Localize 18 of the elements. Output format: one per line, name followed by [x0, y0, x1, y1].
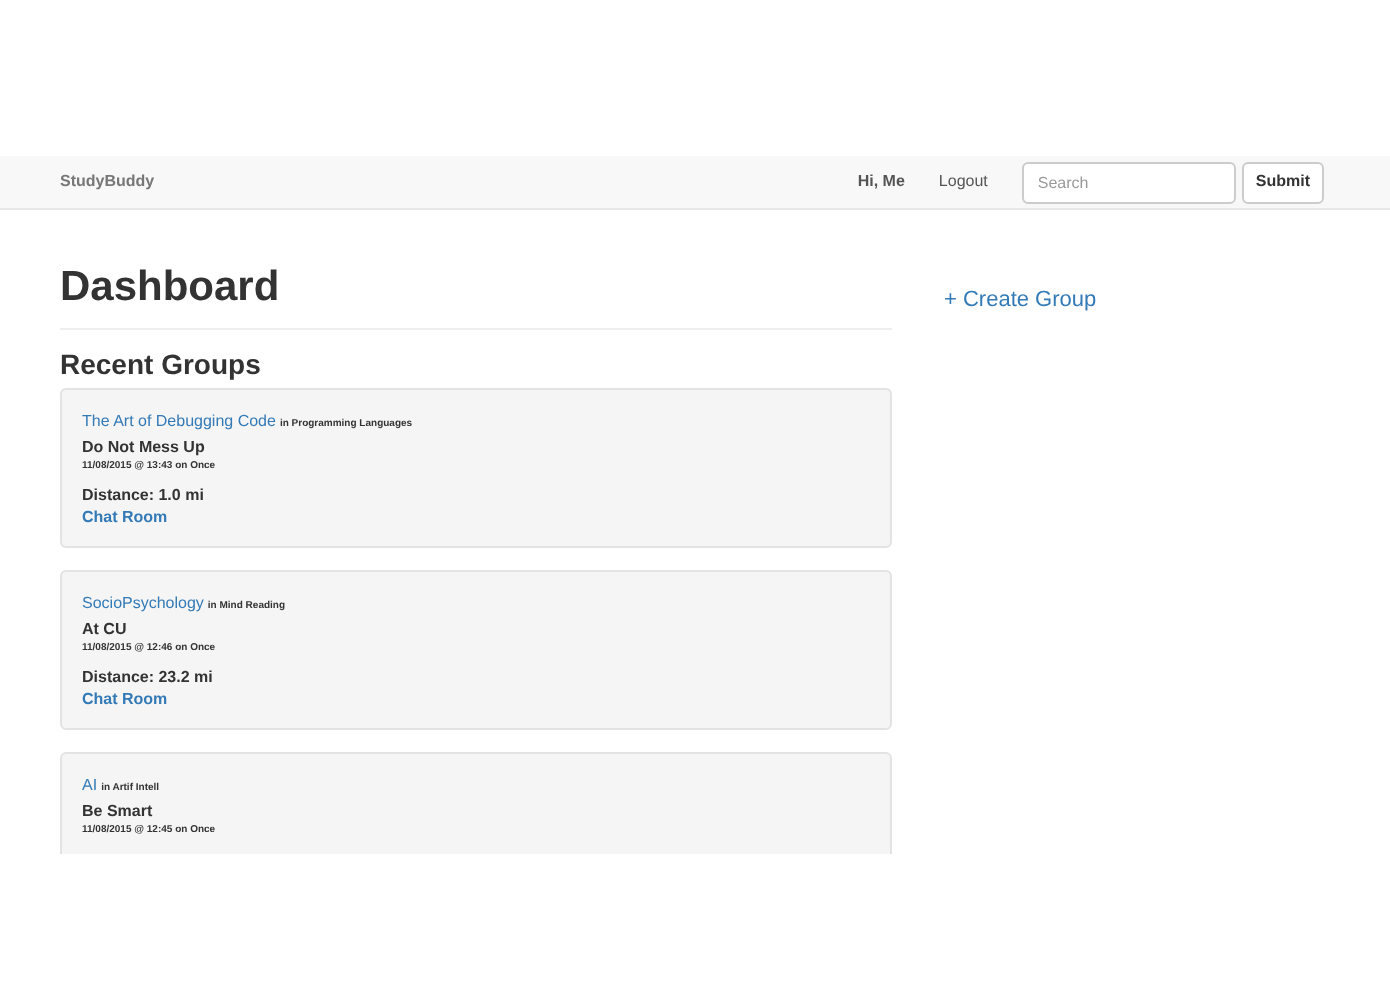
search-field[interactable]: Search	[1021, 161, 1236, 203]
group-name-link[interactable]: AI	[82, 774, 98, 798]
section-heading: Recent Groups	[60, 346, 263, 382]
greeting-link[interactable]: Hi, Me	[857, 170, 905, 194]
group-name-link[interactable]: SocioPsychology	[82, 592, 204, 616]
group-distance: Distance: 1.0 mi	[82, 484, 206, 506]
group-description: Do Not Mess Up	[82, 436, 207, 458]
group-description: At CU	[82, 618, 129, 640]
group-description: Be Smart	[82, 800, 155, 822]
create-group-link[interactable]: + Create Group	[944, 288, 1097, 312]
logout-link[interactable]: Logout	[938, 170, 988, 194]
submit-button[interactable]: Submit	[1241, 161, 1324, 203]
group-name-link[interactable]: The Art of Debugging Code	[82, 410, 276, 434]
group-distance: Distance: 23.2 mi	[82, 666, 215, 688]
brand-link[interactable]: StudyBuddy	[60, 170, 155, 194]
page-heading: Dashboard	[60, 262, 282, 314]
chat-room-link[interactable]: Chat Room	[82, 506, 168, 528]
chat-room-link[interactable]: Chat Room	[82, 688, 168, 710]
